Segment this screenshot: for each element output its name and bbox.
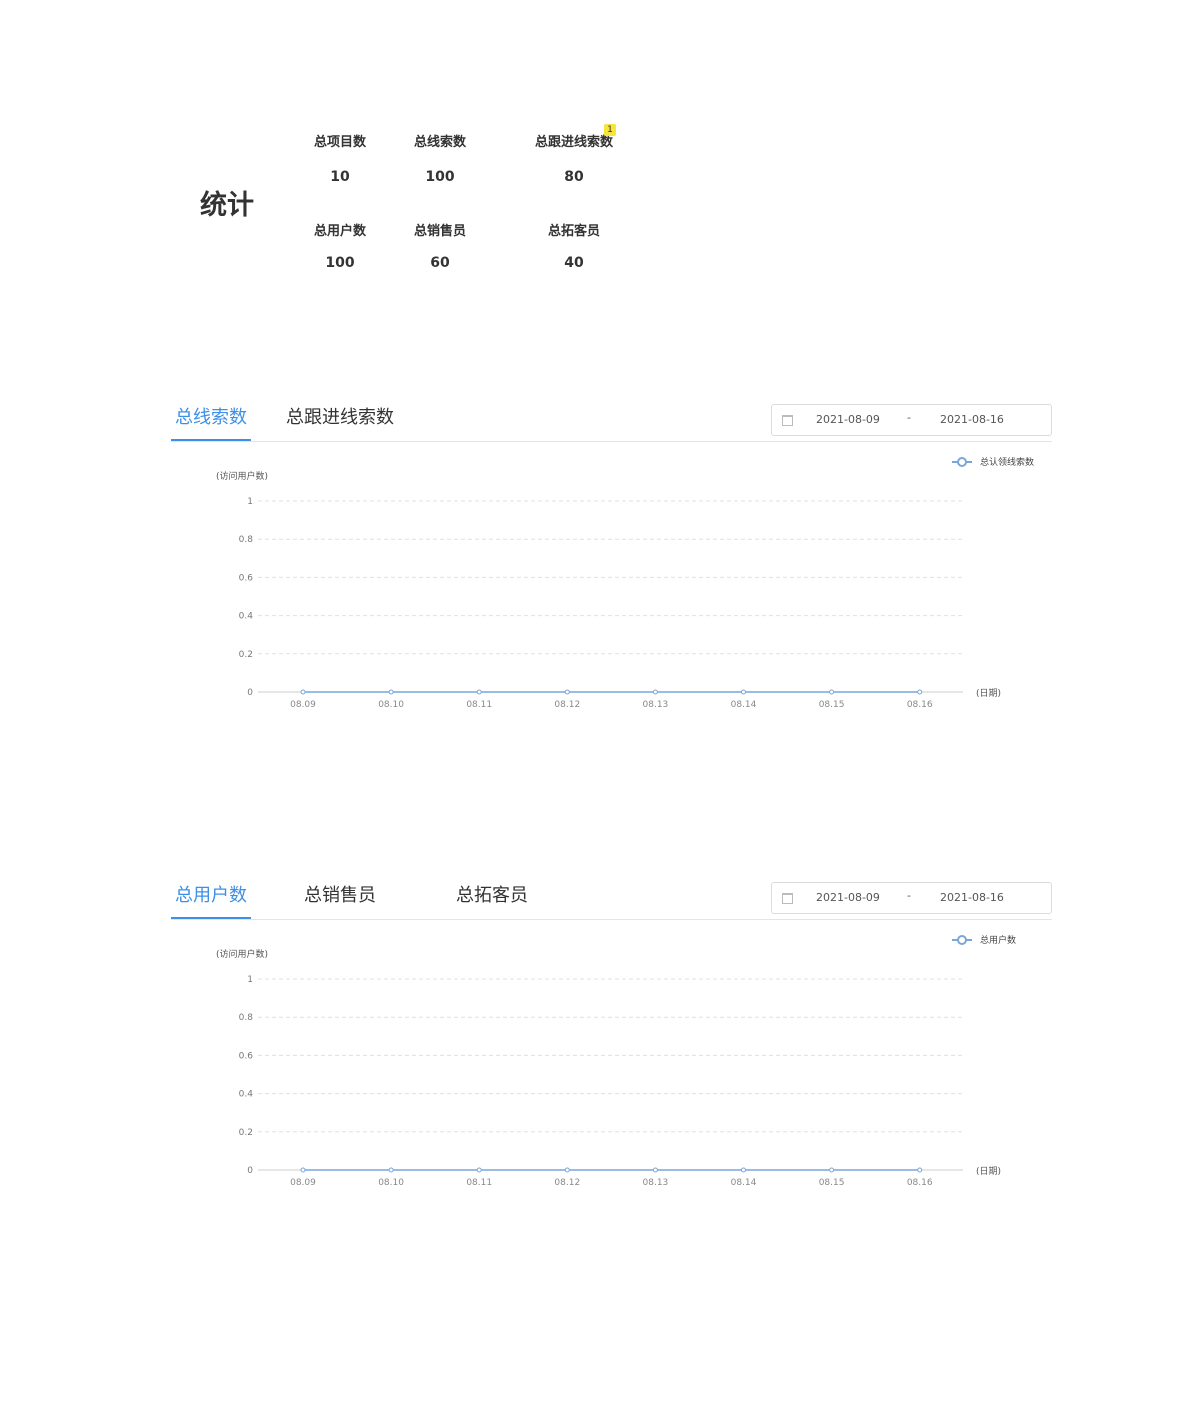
y-tick-label: 0.6 — [239, 1051, 254, 1061]
x-tick-label: 08.11 — [466, 1178, 492, 1188]
range-separator: - — [907, 889, 911, 902]
range-start-date[interactable]: 2021-08-09 — [816, 891, 880, 904]
stat-value-followup-leads: 80 — [564, 169, 584, 185]
y-tick-label: 0.2 — [239, 1128, 253, 1138]
range-end-date[interactable]: 2021-08-16 — [940, 413, 1004, 426]
y-tick-label: 0 — [247, 1166, 253, 1176]
users-line-chart: (访问用户数) 0 0.2 0.4 0.6 0.8 1 08.09 08.10 08.11 08.1… — [216, 934, 1016, 1188]
data-point — [741, 1167, 746, 1173]
legend-marker-icon — [957, 935, 967, 945]
y-tick-label: 1 — [247, 497, 253, 507]
stat-value-leads: 100 — [425, 169, 455, 185]
stat-value-prospectors: 40 — [564, 255, 584, 271]
data-point — [564, 1167, 570, 1173]
date-range-picker[interactable]: 2021-08-09 - 2021-08-16 — [771, 882, 1052, 914]
x-tick-label: 08.10 — [378, 1178, 404, 1188]
x-tick-label: 08.14 — [731, 700, 757, 710]
x-axis-label: (日期) — [976, 688, 1001, 699]
legend: 总用户数 — [952, 934, 1016, 946]
stat-label-salespeople: 总销售员 — [413, 224, 466, 239]
data-point — [388, 689, 394, 695]
x-axis-label: (日期) — [976, 1166, 1001, 1177]
x-tick-label: 08.16 — [907, 700, 933, 710]
notification-badge: 1 — [604, 124, 616, 136]
tab-total-leads[interactable]: 总线索数 — [175, 405, 247, 440]
y-tick-label: 0 — [247, 688, 253, 698]
tab-followup-leads[interactable]: 总跟进线索数 — [286, 405, 394, 440]
active-tab-indicator — [171, 439, 251, 441]
leads-tabs: 总线索数 总跟进线索数 2021-08-09 - 2021-08-16 — [171, 404, 1052, 442]
data-point — [829, 1167, 835, 1173]
data-point — [917, 1167, 923, 1173]
x-tick-label: 08.13 — [643, 1178, 669, 1188]
x-tick-label: 08.15 — [819, 700, 845, 710]
y-tick-label: 1 — [247, 975, 253, 985]
data-point — [388, 1167, 394, 1173]
x-tick-label: 08.09 — [290, 1178, 316, 1188]
y-tick-label: 0.4 — [239, 612, 254, 622]
users-tabs: 总用户数 总销售员 总拓客员 2021-08-09 - 2021-08-16 — [171, 882, 1052, 920]
legend: 总认领线索数 — [952, 456, 1034, 468]
y-tick-label: 0.6 — [239, 573, 254, 583]
stats-title: 统计 — [200, 190, 254, 221]
y-tick-label: 0.4 — [239, 1090, 254, 1100]
y-axis-label: (访问用户数) — [216, 470, 268, 482]
leads-chart-panel: 总线索数 总跟进线索数 2021-08-09 - 2021-08-16 (访问用… — [171, 404, 1052, 735]
leads-line-chart: (访问用户数) 0 0.2 0.4 0.6 0.8 1 08.09 08.10 08.11 08.1… — [216, 456, 1034, 710]
y-tick-label: 0.2 — [239, 650, 253, 660]
y-tick-label: 0.8 — [239, 1013, 254, 1023]
tab-prospectors[interactable]: 总拓客员 — [456, 883, 528, 918]
stat-label-leads: 总线索数 — [413, 135, 466, 150]
date-range-picker[interactable]: 2021-08-09 - 2021-08-16 — [771, 404, 1052, 436]
stat-label-prospectors: 总拓客员 — [547, 224, 600, 239]
legend-label: 总用户数 — [980, 934, 1016, 946]
x-tick-label: 08.14 — [731, 1178, 757, 1188]
legend-marker-icon — [957, 457, 967, 467]
stat-label-followup-leads: 总跟进线索数 — [534, 135, 613, 150]
x-tick-label: 08.10 — [378, 700, 404, 710]
data-point — [652, 689, 658, 695]
legend-label: 总认领线索数 — [980, 456, 1034, 468]
data-point — [652, 1167, 658, 1173]
data-point — [300, 1167, 306, 1173]
tab-total-users[interactable]: 总用户数 — [175, 883, 247, 918]
calendar-icon — [782, 415, 793, 426]
users-chart-panel: 总用户数 总销售员 总拓客员 2021-08-09 - 2021-08-16 (… — [171, 882, 1052, 1213]
stat-value-salespeople: 60 — [430, 255, 450, 271]
data-point — [476, 689, 482, 695]
tab-salespeople[interactable]: 总销售员 — [304, 883, 376, 918]
data-point — [741, 689, 746, 695]
range-start-date[interactable]: 2021-08-09 — [816, 413, 880, 426]
range-end-date[interactable]: 2021-08-16 — [940, 891, 1004, 904]
calendar-icon — [782, 893, 793, 904]
x-tick-label: 08.11 — [466, 700, 492, 710]
y-tick-label: 0.8 — [239, 535, 254, 545]
x-tick-label: 08.16 — [907, 1178, 933, 1188]
range-separator: - — [907, 411, 911, 424]
data-point — [300, 689, 306, 695]
data-point — [564, 689, 570, 695]
x-tick-label: 08.09 — [290, 700, 316, 710]
data-point — [476, 1167, 482, 1173]
x-tick-label: 08.12 — [554, 1178, 580, 1188]
x-tick-label: 08.12 — [554, 700, 580, 710]
x-tick-label: 08.15 — [819, 1178, 845, 1188]
data-point — [917, 689, 923, 695]
active-tab-indicator — [171, 917, 251, 919]
x-tick-label: 08.13 — [643, 700, 669, 710]
y-axis-label: (访问用户数) — [216, 948, 268, 960]
data-point — [829, 689, 835, 695]
